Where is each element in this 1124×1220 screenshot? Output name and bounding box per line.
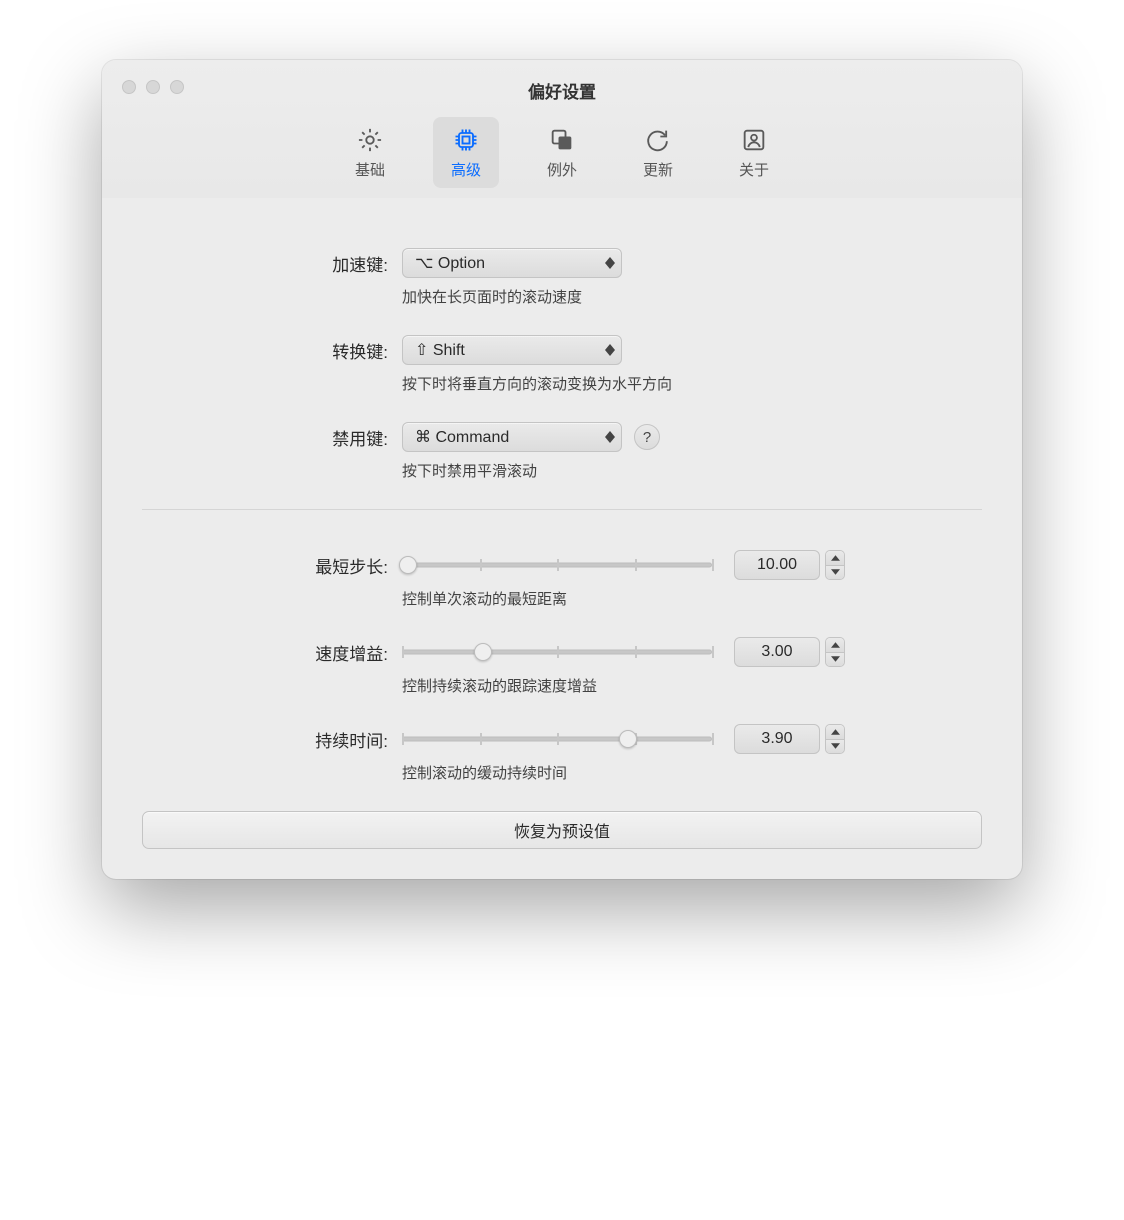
row-speed-gain: 速度增益: 3.00 控制持续滚 [142, 637, 982, 696]
user-icon [739, 125, 769, 155]
chip-icon [451, 125, 481, 155]
tab-exceptions[interactable]: 例外 [529, 117, 595, 188]
close-icon[interactable] [122, 80, 136, 94]
chevron-up-icon[interactable] [826, 638, 844, 653]
min-step-slider[interactable] [402, 553, 712, 577]
slider-knob[interactable] [474, 643, 492, 661]
duration-desc: 控制滚动的缓动持续时间 [402, 762, 982, 783]
content-pane: 加速键: ⌥ Option 加快在长页面时的滚动速度 转换键: [102, 198, 1022, 879]
speed-gain-desc: 控制持续滚动的跟踪速度增益 [402, 675, 982, 696]
gear-icon [355, 125, 385, 155]
min-step-stepper[interactable] [825, 550, 845, 580]
duration-field[interactable]: 3.90 [734, 724, 820, 754]
tab-basic[interactable]: 基础 [337, 117, 403, 188]
row-block-key: 禁用键: ⌘ Command ? 按下时禁用平滑滚动 [142, 422, 982, 481]
block-key-desc: 按下时禁用平滑滚动 [402, 460, 982, 481]
chevron-updown-icon [605, 257, 615, 269]
accel-key-value: ⌥ Option [415, 253, 485, 273]
window-title: 偏好设置 [120, 74, 1004, 103]
toggle-key-desc: 按下时将垂直方向的滚动变换为水平方向 [402, 373, 982, 394]
chevron-down-icon[interactable] [826, 653, 844, 667]
row-min-step: 最短步长: 10.00 控制单次 [142, 550, 982, 609]
tab-advanced-label: 高级 [451, 159, 481, 180]
tab-updates[interactable]: 更新 [625, 117, 691, 188]
chevron-up-icon[interactable] [826, 725, 844, 740]
tab-about-label: 关于 [739, 159, 769, 180]
block-key-value: ⌘ Command [415, 427, 509, 447]
refresh-icon [643, 125, 673, 155]
chevron-down-icon[interactable] [826, 566, 844, 580]
min-step-desc: 控制单次滚动的最短距离 [402, 588, 982, 609]
minimize-icon[interactable] [146, 80, 160, 94]
accel-key-popup[interactable]: ⌥ Option [402, 248, 622, 278]
tab-advanced[interactable]: 高级 [433, 117, 499, 188]
row-duration: 持续时间: 3.90 控制滚动的 [142, 724, 982, 783]
row-toggle-key: 转换键: ⇧ Shift 按下时将垂直方向的滚动变换为水平方向 [142, 335, 982, 394]
row-accel-key: 加速键: ⌥ Option 加快在长页面时的滚动速度 [142, 248, 982, 307]
speed-gain-stepper[interactable] [825, 637, 845, 667]
toggle-key-value: ⇧ Shift [415, 340, 465, 360]
tab-about[interactable]: 关于 [721, 117, 787, 188]
reset-button-label: 恢复为预设值 [514, 824, 610, 841]
min-step-label: 最短步长: [142, 550, 402, 578]
tab-updates-label: 更新 [643, 159, 673, 180]
block-key-label: 禁用键: [142, 422, 402, 450]
tab-basic-label: 基础 [355, 159, 385, 180]
help-icon: ? [643, 429, 651, 446]
slider-knob[interactable] [399, 556, 417, 574]
windows-icon [547, 125, 577, 155]
chevron-up-icon[interactable] [826, 551, 844, 566]
titlebar: 偏好设置 基础 高级 例外 [102, 60, 1022, 198]
min-step-field[interactable]: 10.00 [734, 550, 820, 580]
block-key-popup[interactable]: ⌘ Command [402, 422, 622, 452]
preferences-window: 偏好设置 基础 高级 例外 [102, 60, 1022, 879]
slider-knob[interactable] [619, 730, 637, 748]
traffic-lights [122, 80, 184, 94]
duration-label: 持续时间: [142, 724, 402, 752]
accel-key-desc: 加快在长页面时的滚动速度 [402, 286, 982, 307]
speed-gain-slider[interactable] [402, 640, 712, 664]
chevron-down-icon[interactable] [826, 740, 844, 754]
chevron-updown-icon [605, 431, 615, 443]
chevron-updown-icon [605, 344, 615, 356]
divider [142, 509, 982, 510]
zoom-icon[interactable] [170, 80, 184, 94]
speed-gain-label: 速度增益: [142, 637, 402, 665]
toolbar-tabs: 基础 高级 例外 更新 [120, 117, 1004, 198]
tab-exceptions-label: 例外 [547, 159, 577, 180]
reset-button[interactable]: 恢复为预设值 [142, 811, 982, 849]
duration-stepper[interactable] [825, 724, 845, 754]
speed-gain-field[interactable]: 3.00 [734, 637, 820, 667]
toggle-key-label: 转换键: [142, 335, 402, 363]
duration-slider[interactable] [402, 727, 712, 751]
help-button[interactable]: ? [634, 424, 660, 450]
accel-key-label: 加速键: [142, 248, 402, 276]
toggle-key-popup[interactable]: ⇧ Shift [402, 335, 622, 365]
